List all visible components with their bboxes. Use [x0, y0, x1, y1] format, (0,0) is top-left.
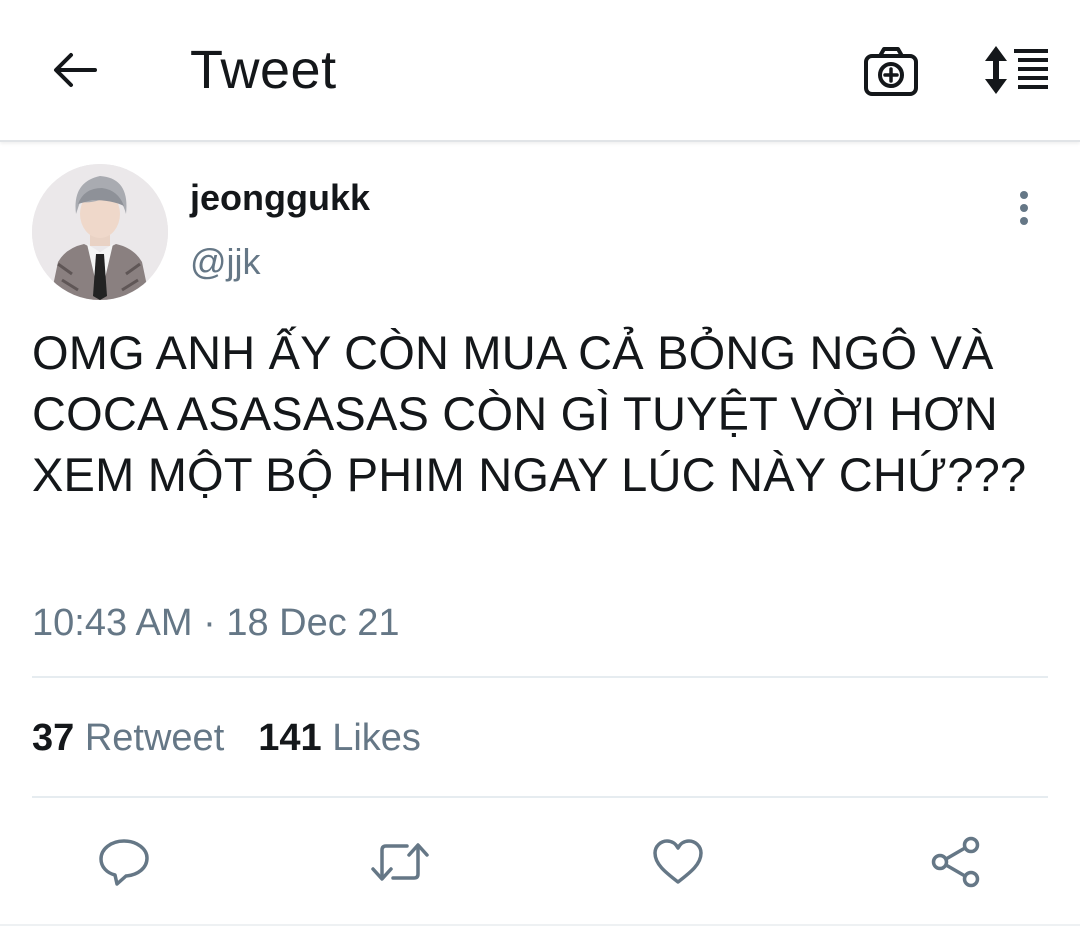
likes-label: Likes	[332, 717, 421, 759]
share-icon	[931, 836, 980, 888]
camera-button[interactable]	[860, 40, 922, 102]
divider	[32, 676, 1048, 678]
back-button[interactable]	[46, 44, 102, 96]
engagement-stats: 37 Retweet 141 Likes	[32, 714, 421, 762]
reply-icon	[99, 839, 149, 886]
page-title: Tweet	[190, 40, 337, 100]
retweet-label: Retweet	[84, 717, 225, 759]
retweet-stat[interactable]: 37 Retweet	[32, 717, 224, 759]
likes-count: 141	[258, 717, 322, 759]
camera-add-icon	[864, 47, 918, 96]
heart-icon	[653, 839, 703, 884]
retweet-icon	[371, 843, 429, 881]
display-name[interactable]: jeonggukk	[190, 176, 370, 220]
back-arrow-icon	[54, 53, 97, 87]
divider	[32, 796, 1048, 798]
tweet-text: OMG ANH ẤY CÒN MUA CẢ BỎNG NGÔ VÀ COCA A…	[32, 326, 1027, 501]
bottom-divider	[0, 924, 1080, 926]
profile-photo	[32, 164, 168, 300]
like-button[interactable]	[646, 830, 710, 894]
tweet-timestamp: 10:43 AM · 18 Dec 21	[32, 602, 400, 644]
user-handle[interactable]: @jjk	[190, 240, 261, 284]
sort-button[interactable]	[980, 40, 1054, 100]
top-app-bar: Tweet	[0, 0, 1080, 142]
retweet-button[interactable]	[368, 830, 432, 894]
reply-button[interactable]	[92, 830, 156, 894]
more-vertical-icon	[1020, 191, 1028, 225]
retweet-count: 37	[32, 717, 75, 759]
avatar[interactable]	[32, 164, 168, 300]
sort-list-icon	[985, 46, 1048, 94]
more-options-button[interactable]	[1004, 186, 1044, 230]
share-button[interactable]	[924, 830, 988, 894]
likes-stat[interactable]: 141 Likes	[258, 717, 421, 759]
